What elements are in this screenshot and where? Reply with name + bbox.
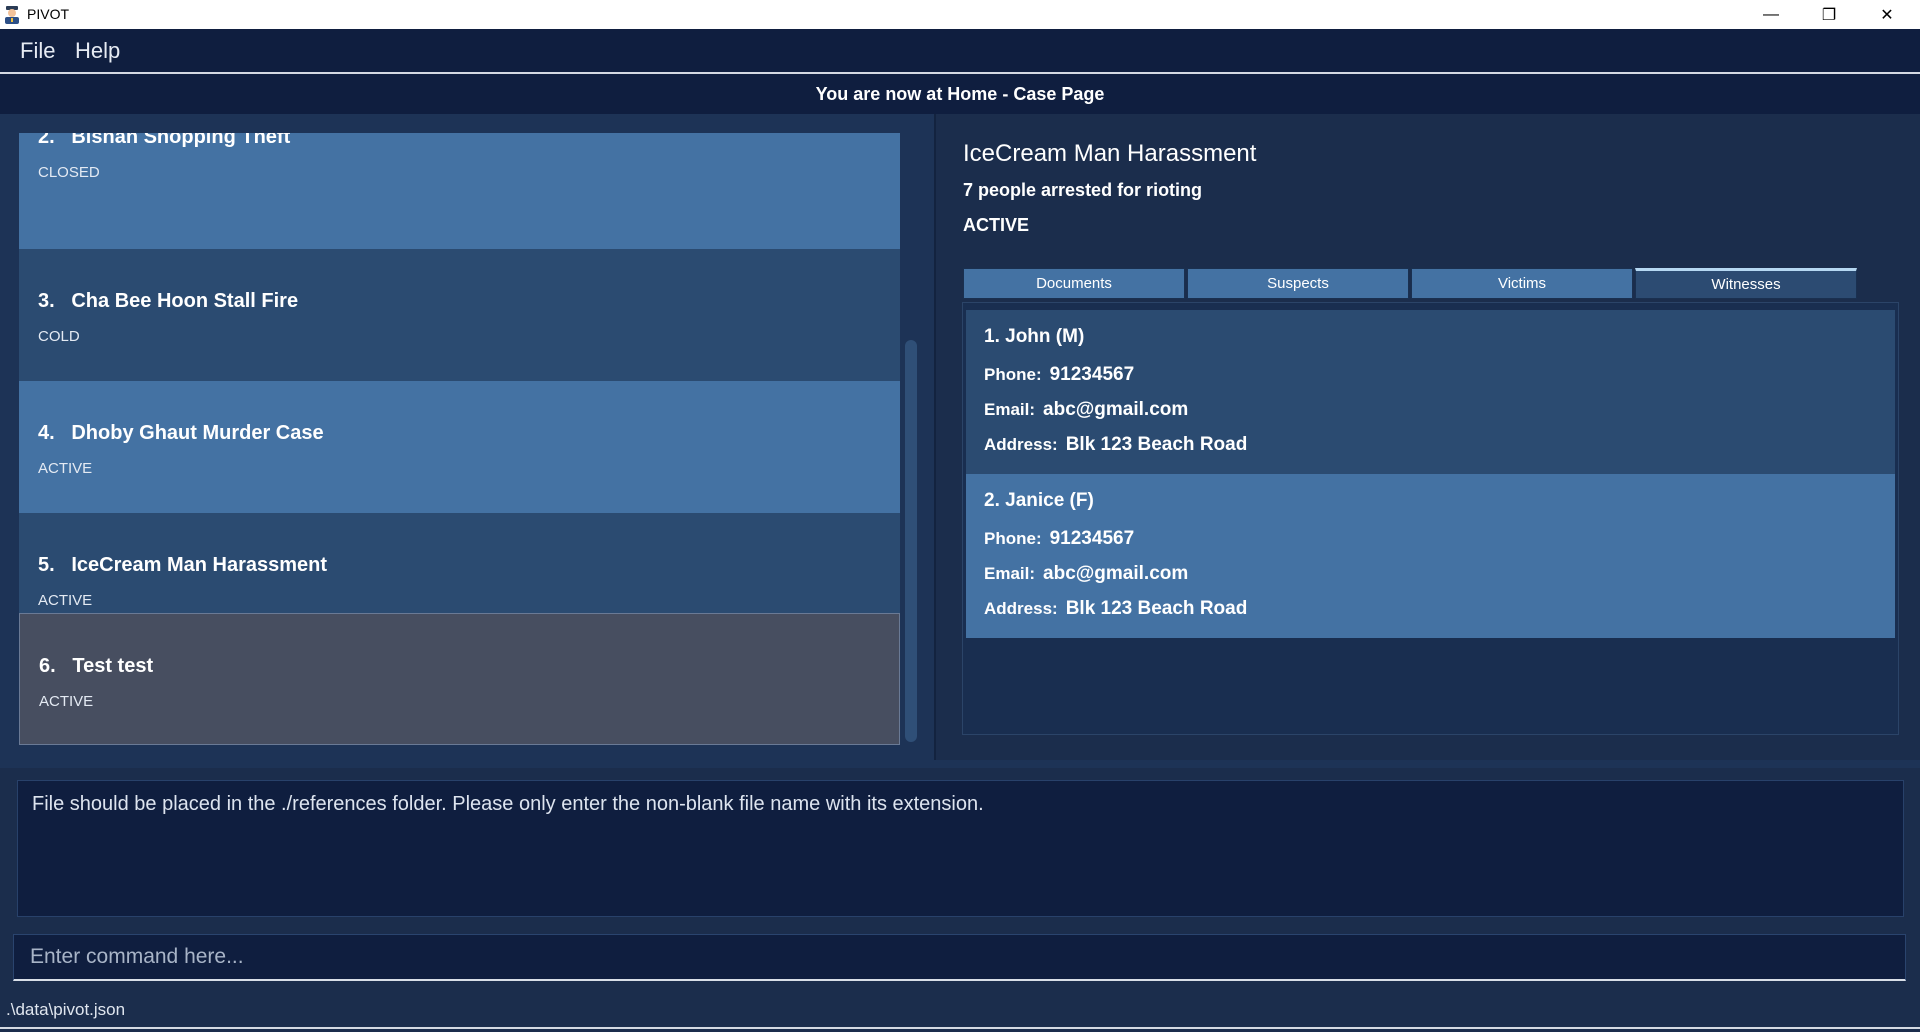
result-display: File should be placed in the ./reference…	[17, 780, 1904, 917]
case-detail-title: IceCream Man Harassment	[963, 140, 1257, 167]
page-header: You are now at Home - Case Page	[0, 74, 1920, 114]
status-bar-divider	[0, 1027, 1920, 1029]
witness-address: Address: Blk 123 Beach Road	[984, 434, 1248, 455]
case-title: 6. Test test	[39, 655, 154, 677]
status-bar: .\data\pivot.json	[0, 996, 1920, 1032]
menu-file[interactable]: File	[20, 38, 55, 64]
case-status: COLD	[38, 328, 80, 345]
police-officer-icon	[5, 6, 19, 24]
window-title-bar: PIVOT — ❐ ✕	[0, 0, 1920, 29]
case-status: ACTIVE	[39, 693, 94, 710]
pane-divider[interactable]	[934, 114, 936, 760]
witness-phone: Phone: 91234567	[984, 528, 1135, 549]
restore-button[interactable]: ❐	[1800, 0, 1858, 29]
save-file-path: .\data\pivot.json	[6, 1000, 126, 1019]
witness-address: Address: Blk 123 Beach Road	[984, 598, 1248, 619]
close-icon: ✕	[1880, 6, 1894, 24]
tab-documents[interactable]: Documents	[963, 268, 1185, 299]
menu-help[interactable]: Help	[75, 38, 120, 64]
tab-suspects[interactable]: Suspects	[1187, 268, 1409, 299]
case-detail-status: ACTIVE	[963, 215, 1030, 235]
case-status: ACTIVE	[38, 592, 93, 609]
witness-name: 2. Janice (F)	[984, 490, 1094, 511]
command-box	[13, 934, 1906, 981]
case-title: 5. IceCream Man Harassment	[38, 554, 328, 576]
minimize-icon: —	[1763, 5, 1779, 23]
case-status: CLOSED	[38, 164, 100, 181]
witness-email: Email: abc@gmail.com	[984, 399, 1189, 420]
split-divider[interactable]	[0, 760, 1920, 768]
case-detail-description: 7 people arrested for rioting	[963, 180, 1203, 200]
minimize-button[interactable]: —	[1742, 0, 1800, 29]
case-card[interactable]: 2. Bishan Shopping Theft CLOSED	[19, 133, 900, 249]
tab-victims[interactable]: Victims	[1411, 268, 1633, 299]
case-card[interactable]: 3. Cha Bee Hoon Stall Fire COLD	[19, 249, 900, 381]
witness-card[interactable]: 2. Janice (F) Phone: 91234567 Email: abc@g…	[966, 474, 1895, 638]
tab-witnesses[interactable]: Witnesses	[1635, 268, 1857, 299]
command-input[interactable]	[14, 935, 1905, 979]
case-card[interactable]: 4. Dhoby Ghaut Murder Case ACTIVE	[19, 381, 900, 513]
restore-icon: ❐	[1821, 6, 1837, 24]
witness-email: Email: abc@gmail.com	[984, 563, 1189, 584]
case-title: 4. Dhoby Ghaut Murder Case	[38, 422, 324, 444]
case-title: 3. Cha Bee Hoon Stall Fire	[38, 290, 299, 312]
case-card-selected[interactable]: 6. Test test ACTIVE	[19, 613, 900, 745]
case-list-scrollbar-thumb[interactable]	[905, 340, 917, 742]
witness-card[interactable]: 1. John (M) Phone: 91234567 Email: abc@gma…	[966, 310, 1895, 474]
case-list[interactable]: 2. Bishan Shopping Theft CLOSED 3. Cha B…	[19, 133, 900, 745]
result-message: File should be placed in the ./reference…	[32, 793, 984, 815]
close-button[interactable]: ✕	[1858, 0, 1916, 29]
witness-phone: Phone: 91234567	[984, 364, 1135, 385]
page-location-text: You are now at Home - Case Page	[815, 83, 1105, 104]
case-title: 2. Bishan Shopping Theft	[38, 133, 291, 148]
menu-bar: File Help	[0, 29, 1920, 74]
case-status: ACTIVE	[38, 460, 93, 477]
witness-name: 1. John (M)	[984, 326, 1085, 347]
app-title: PIVOT	[27, 6, 70, 22]
